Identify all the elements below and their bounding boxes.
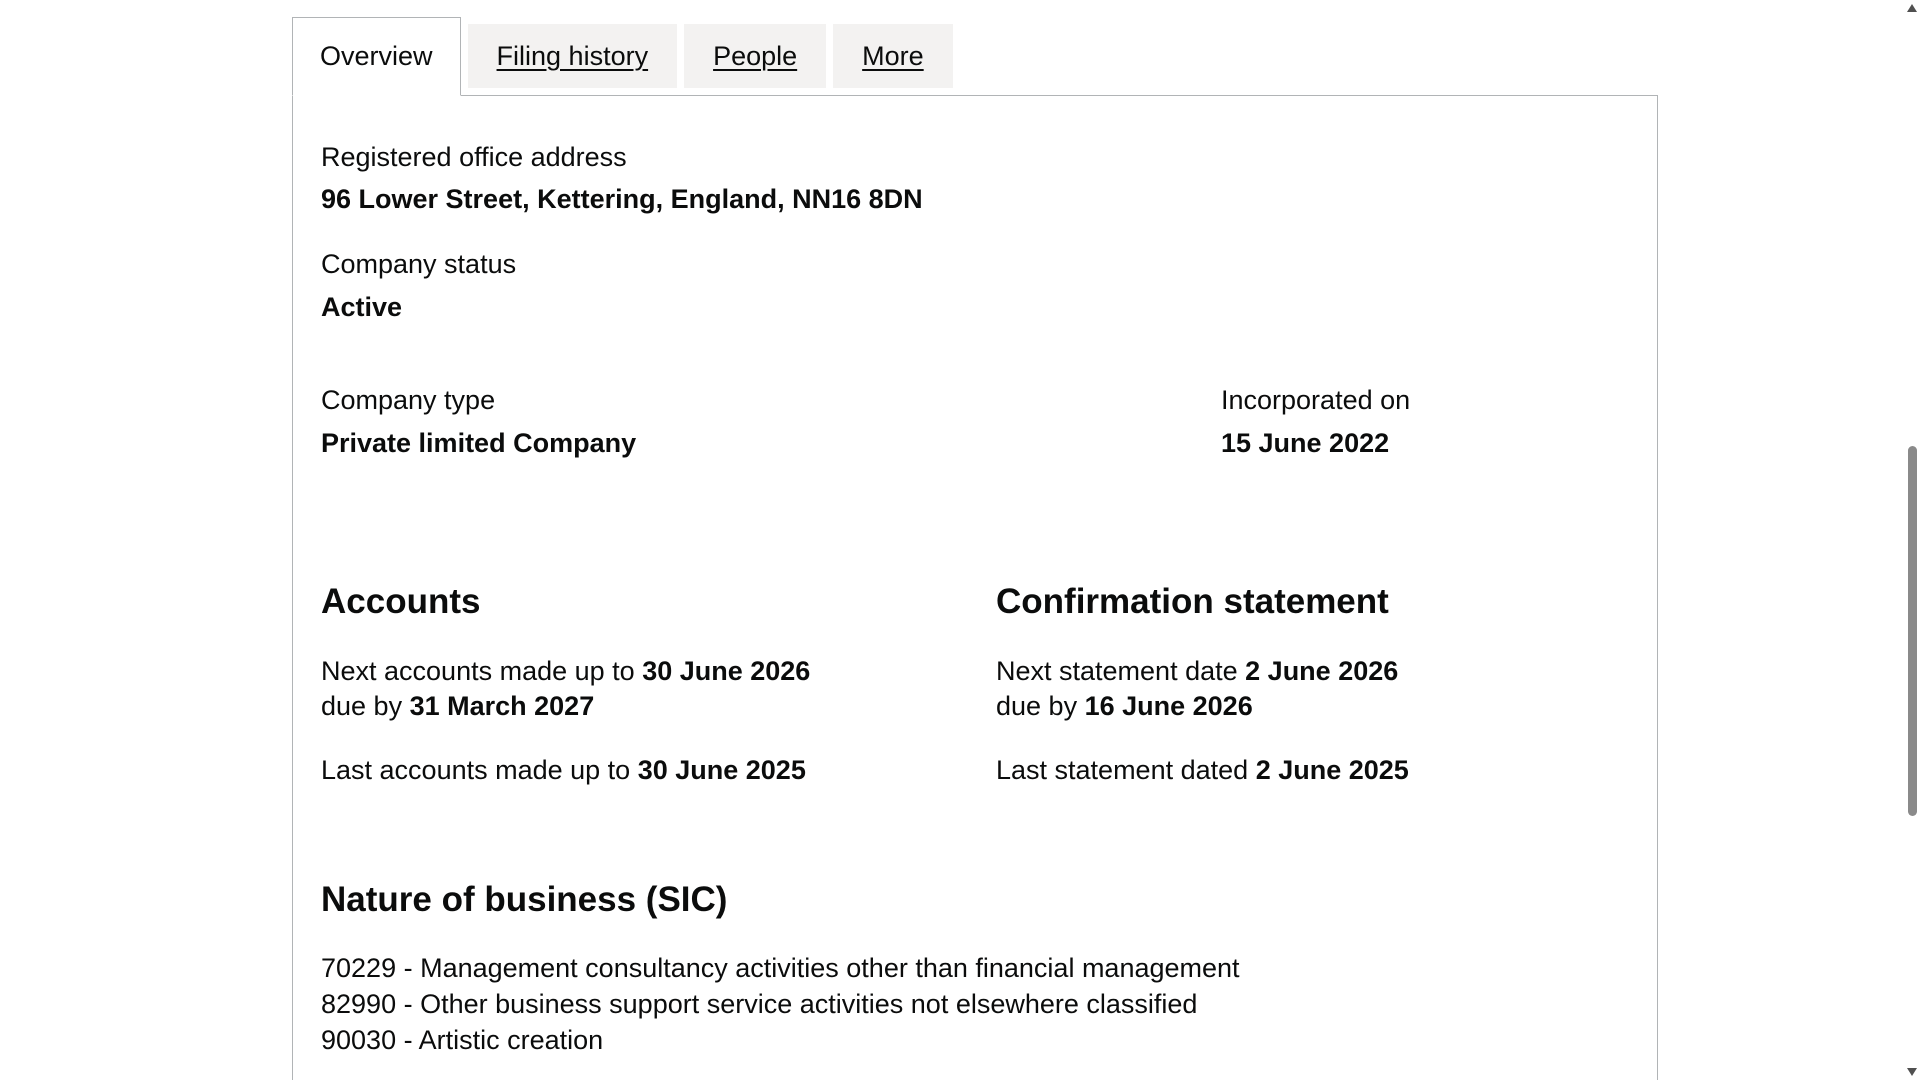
incorporated-label: Incorporated on bbox=[1221, 385, 1411, 415]
accounts-next-line: Next accounts made up to 30 June 2026 bbox=[321, 656, 810, 687]
confirmation-due-prefix: due by bbox=[996, 691, 1078, 721]
accounts-due-date: 31 March 2027 bbox=[409, 691, 595, 721]
company-status-label: Company status bbox=[321, 249, 517, 279]
accounts-next-prefix: Next accounts made up to bbox=[321, 656, 635, 686]
confirmation-next-prefix: Next statement date bbox=[996, 656, 1238, 686]
tab-filing-history[interactable]: Filing history bbox=[467, 24, 678, 88]
page: Overview Filing history People More Regi… bbox=[0, 0, 1920, 1080]
confirmation-last-prefix: Last statement dated bbox=[996, 755, 1249, 785]
company-status-value: Active bbox=[321, 292, 403, 322]
sic-item: 90030 - Artistic creation bbox=[321, 1025, 604, 1055]
scroll-down-arrow-icon[interactable] bbox=[1907, 1068, 1917, 1076]
scroll-up-arrow-icon[interactable] bbox=[1907, 4, 1917, 12]
confirmation-last-date: 2 June 2025 bbox=[1255, 755, 1409, 785]
accounts-last-prefix: Last accounts made up to bbox=[321, 755, 631, 785]
confirmation-due-line: due by 16 June 2026 bbox=[996, 691, 1253, 722]
vertical-scrollbar[interactable] bbox=[1903, 0, 1920, 1080]
accounts-last-date: 30 June 2025 bbox=[637, 755, 806, 785]
registered-office-value: 96 Lower Street, Kettering, England, NN1… bbox=[321, 184, 923, 214]
company-type-value: Private limited Company bbox=[321, 428, 637, 458]
confirmation-last-line: Last statement dated 2 June 2025 bbox=[996, 755, 1409, 786]
confirmation-next-date: 2 June 2026 bbox=[1245, 656, 1399, 686]
incorporated-value: 15 June 2022 bbox=[1221, 428, 1390, 458]
tab-people[interactable]: People bbox=[684, 24, 827, 88]
accounts-heading: Accounts bbox=[321, 582, 481, 621]
confirmation-next-line: Next statement date 2 June 2026 bbox=[996, 656, 1398, 687]
tab-overview[interactable]: Overview bbox=[292, 17, 461, 96]
confirmation-heading: Confirmation statement bbox=[996, 582, 1389, 621]
scrollbar-thumb[interactable] bbox=[1908, 446, 1917, 816]
overview-panel: Registered office address 96 Lower Stree… bbox=[292, 95, 1658, 1080]
tab-more[interactable]: More bbox=[833, 24, 953, 88]
sic-item: 70229 - Management consultancy activitie… bbox=[321, 953, 1240, 983]
registered-office-label: Registered office address bbox=[321, 142, 627, 172]
accounts-next-date: 30 June 2026 bbox=[642, 656, 811, 686]
accounts-last-line: Last accounts made up to 30 June 2025 bbox=[321, 755, 806, 786]
accounts-due-prefix: due by bbox=[321, 691, 403, 721]
sic-heading: Nature of business (SIC) bbox=[321, 880, 728, 919]
tab-list: Overview Filing history People More bbox=[292, 17, 960, 96]
company-type-label: Company type bbox=[321, 385, 496, 415]
sic-item: 82990 - Other business support service a… bbox=[321, 989, 1198, 1019]
accounts-due-line: due by 31 March 2027 bbox=[321, 691, 594, 722]
confirmation-due-date: 16 June 2026 bbox=[1084, 691, 1253, 721]
